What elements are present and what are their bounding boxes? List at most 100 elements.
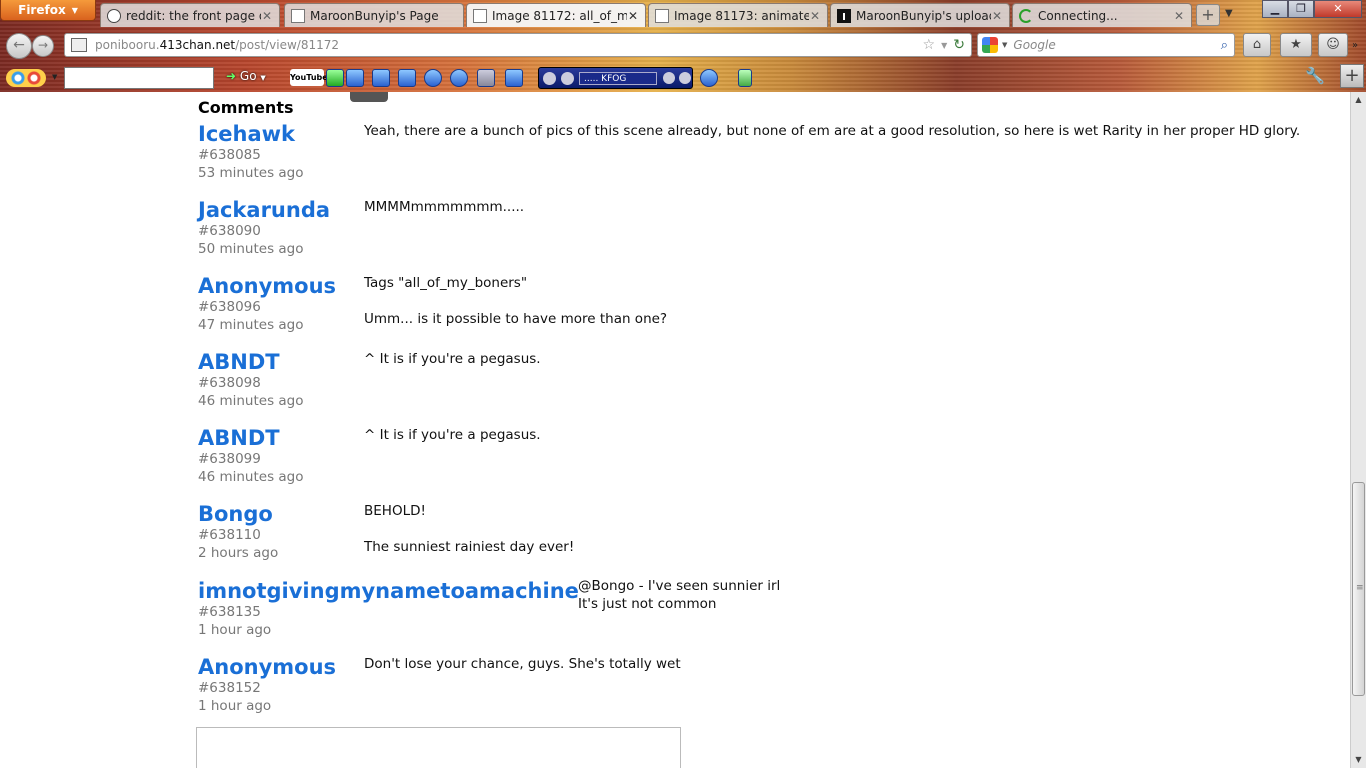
scroll-up-arrow-icon[interactable]: ▲ (1351, 92, 1366, 108)
tab-connecting[interactable]: Connecting... ✕ (1012, 3, 1192, 27)
close-icon[interactable]: ✕ (991, 9, 1003, 23)
comment-username-link[interactable]: imnotgivingmynametoamachine (198, 579, 579, 603)
download-icon[interactable] (326, 69, 344, 87)
page-scrollbar[interactable]: ▲ ≡ ▼ (1350, 92, 1366, 768)
tab-reddit[interactable]: reddit: the front page of ... ✕ (100, 3, 280, 27)
comment-item: Anonymous #638096 47 minutes ago Tags "a… (198, 274, 667, 334)
toolbar-logo-icon[interactable] (6, 69, 46, 87)
comment-id-link[interactable]: #638099 (198, 450, 304, 468)
list-all-tabs-icon[interactable]: ▼ (1225, 8, 1233, 19)
tab-maroonbunyip-page[interactable]: MaroonBunyip's Page (284, 3, 464, 27)
comment-username-link[interactable]: ABNDT (198, 426, 304, 450)
search-input[interactable]: Google (1013, 38, 1220, 52)
chevron-down-icon[interactable]: ▼ (1002, 41, 1007, 49)
page-viewport: Comments Icehawk #638085 53 minutes ago … (0, 92, 1350, 768)
comment-username-link[interactable]: Jackarunda (198, 198, 330, 222)
comment-body: ^ It is if you're a pegasus. (364, 351, 541, 367)
comments-heading: Comments (198, 98, 294, 117)
tab-image-81172[interactable]: Image 81172: all_of_my_... ✕ (466, 3, 646, 27)
comment-body: BEHOLD! The sunniest rainiest day ever! (364, 503, 575, 555)
comment-id-link[interactable]: #638110 (198, 526, 278, 544)
comment-username-link[interactable]: Icehawk (198, 122, 304, 146)
comment-id-link[interactable]: #638085 (198, 146, 304, 164)
url-text[interactable]: ponibooru.413chan.net/post/view/81172 (95, 38, 923, 52)
chevron-down-icon: ▼ (71, 5, 78, 15)
comment-item: Bongo #638110 2 hours ago BEHOLD! The su… (198, 502, 574, 562)
stop-icon[interactable] (543, 72, 556, 85)
home-button[interactable]: ⌂ (1243, 33, 1271, 57)
url-bar[interactable]: ponibooru.413chan.net/post/view/81172 ☆ … (64, 33, 972, 57)
toolbar-icon-3[interactable] (398, 69, 416, 87)
comment-id-link[interactable]: #638135 (198, 603, 579, 621)
site-identity-icon[interactable] (71, 38, 87, 52)
comment-time: 1 hour ago (198, 698, 272, 714)
image-bottom-edge (350, 92, 388, 102)
bookmarks-star-icon: ★ (1290, 37, 1302, 52)
window-close-button[interactable]: ✕ (1314, 0, 1362, 18)
minimize-button[interactable]: ▁ (1262, 0, 1288, 18)
comment-username-link[interactable]: Anonymous (198, 274, 336, 298)
bookmarks-button[interactable]: ★ (1280, 33, 1312, 57)
screen-icon[interactable] (505, 69, 523, 87)
firefox-menu-button[interactable]: Firefox ▼ (0, 0, 96, 21)
toolbar-go-button[interactable]: ➜ Go ▼ (226, 69, 266, 83)
tab-title: Image 81173: animated ... (674, 8, 809, 23)
radio-station-select[interactable]: ..... KFOG (579, 72, 657, 85)
close-icon[interactable]: ✕ (809, 9, 821, 23)
reload-icon[interactable]: ↻ (953, 37, 965, 53)
search-icon[interactable]: ⌕ (1221, 38, 1228, 53)
globe-icon[interactable] (700, 69, 718, 87)
comment-username-link[interactable]: Anonymous (198, 655, 336, 679)
comment-id-link[interactable]: #638096 (198, 298, 336, 316)
toolbar-search-input[interactable] (64, 67, 214, 89)
radio-player[interactable]: ..... KFOG (538, 67, 693, 89)
back-button[interactable]: ← (6, 33, 32, 59)
mail-icon[interactable] (477, 69, 495, 87)
comment-id-link[interactable]: #638098 (198, 374, 304, 392)
home-icon: ⌂ (1252, 37, 1262, 52)
tab-title: reddit: the front page of ... (126, 8, 261, 23)
addon-toolbar: ▼ ➜ Go ▼ YouTube ..... KFOG (0, 62, 1366, 92)
page-favicon-icon (291, 8, 305, 23)
chevron-down-icon[interactable]: ▼ (52, 73, 57, 81)
tab-title: Image 81172: all_of_my_... (492, 8, 627, 23)
bookmark-star-icon[interactable]: ☆ (923, 37, 936, 53)
firefox-menu-label: Firefox (18, 3, 66, 17)
comment-id-link[interactable]: #638152 (198, 679, 336, 697)
search-bar[interactable]: ▼ Google ⌕ (977, 33, 1235, 57)
youtube-button[interactable]: YouTube (290, 69, 328, 86)
scroll-down-arrow-icon[interactable]: ▼ (1351, 752, 1366, 768)
add-toolbar-button[interactable]: + (1340, 64, 1364, 88)
google-engine-icon[interactable] (982, 37, 998, 53)
scrollbar-thumb[interactable]: ≡ (1352, 482, 1365, 696)
forward-button[interactable]: → (32, 35, 54, 57)
compass-icon[interactable] (450, 69, 468, 87)
loading-spinner-icon (1019, 8, 1033, 23)
history-dropdown-icon[interactable]: ▼ (941, 41, 947, 50)
close-icon[interactable]: ✕ (1173, 9, 1185, 23)
tab-maroonbunyip-uploads[interactable]: MaroonBunyip's upload... ✕ (830, 3, 1010, 27)
play-icon[interactable] (424, 69, 442, 87)
new-tab-button[interactable]: + (1196, 4, 1220, 26)
toolbar-icon-1[interactable] (346, 69, 364, 87)
power-icon[interactable] (679, 72, 691, 84)
url-path: /post/view/81172 (235, 38, 339, 52)
comment-id-link[interactable]: #638090 (198, 222, 330, 240)
comment-textarea[interactable] (196, 727, 681, 768)
close-icon[interactable]: ✕ (261, 9, 273, 23)
tab-image-81173[interactable]: Image 81173: animated ... ✕ (648, 3, 828, 27)
arrow-right-icon: → (37, 38, 49, 52)
play-icon[interactable] (561, 72, 574, 85)
chevron-right-icon[interactable]: » (1352, 40, 1358, 51)
close-icon[interactable]: ✕ (627, 9, 639, 23)
url-prefix: ponibooru. (95, 38, 160, 52)
maximize-button[interactable]: ❐ (1288, 0, 1314, 18)
addon-monkey-button[interactable]: ☺ (1318, 33, 1348, 57)
tab-strip: Firefox ▼ reddit: the front page of ... … (0, 0, 1366, 30)
comment-username-link[interactable]: ABNDT (198, 350, 304, 374)
comment-username-link[interactable]: Bongo (198, 502, 278, 526)
wrench-icon[interactable]: 🔧 (1305, 66, 1325, 85)
toolbar-icon-2[interactable] (372, 69, 390, 87)
evernote-icon[interactable] (738, 69, 752, 87)
volume-icon[interactable] (663, 72, 675, 84)
